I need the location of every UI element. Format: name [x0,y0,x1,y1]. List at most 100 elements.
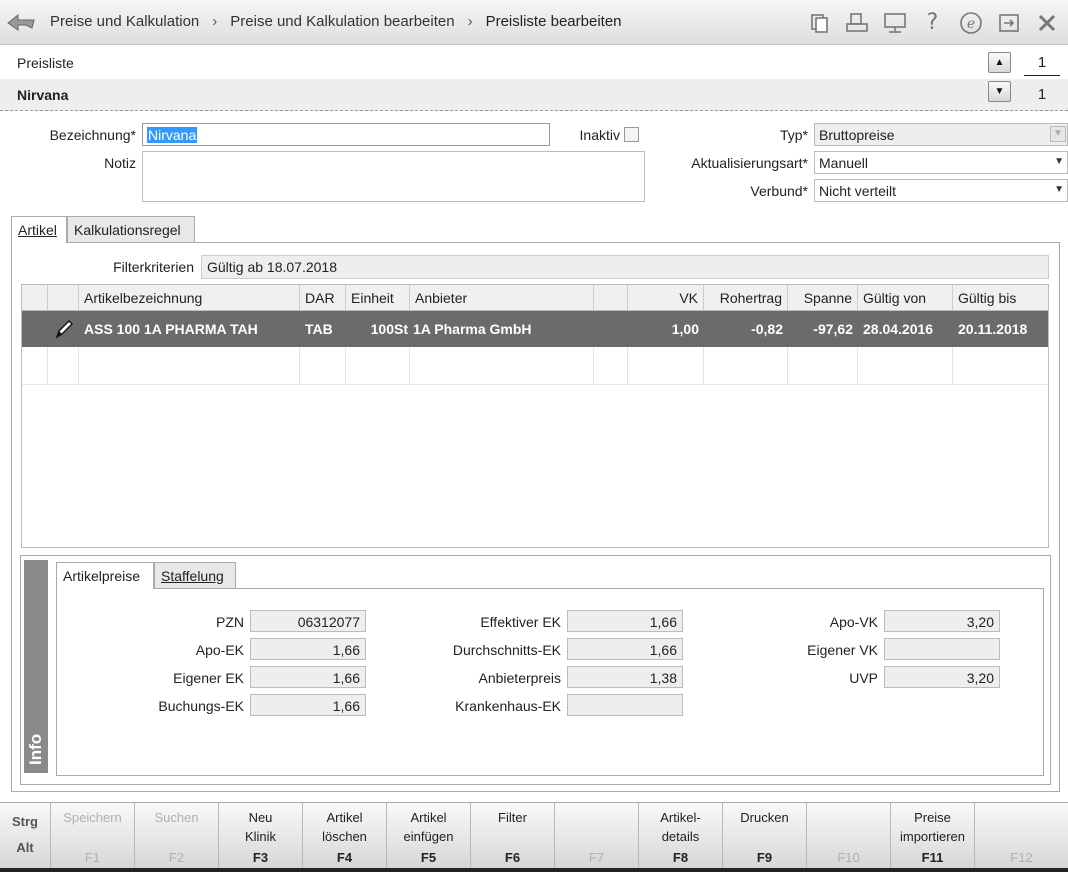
filter-field[interactable]: Gültig ab 18.07.2018 [201,255,1049,279]
f5-label-1: Artikel [410,810,447,825]
typ-label: Typ* [779,127,808,143]
aktualisierungsart-select[interactable]: Manuell ▼ [814,151,1068,174]
cell-gueltig-von: 28.04.2016 [863,321,934,337]
column-header-artikel[interactable]: Artikelbezeichnung [79,285,300,310]
f8-key: F8 [672,850,689,865]
chevron-down-icon: ▼ [1054,156,1064,167]
effektiver-ek-field: 1,66 [567,610,683,632]
column-header-gueltig-bis[interactable]: Gültig bis [953,285,1048,310]
breadcrumb-item-preise-bearbeiten[interactable]: Preise und Kalkulation bearbeiten [230,13,454,30]
empty-cell [594,347,628,384]
eigener-vk-field [884,638,1000,660]
anbieterpreis-label: Anbieterpreis [478,670,562,686]
pzn-label: PZN [216,614,244,630]
column-header-anbieter[interactable]: Anbieter [410,285,594,310]
f8-label-2: details [661,829,700,844]
info-sidebar[interactable]: Info [24,560,48,773]
column-header-dar[interactable]: DAR [300,285,346,310]
f4-label-2: löschen [322,829,367,844]
f5-artikel-einfuegen-button[interactable]: Artikel einfügen F5 [386,803,470,869]
cell-gueltig-bis: 20.11.2018 [958,321,1028,337]
f7-button[interactable]: F7 [554,803,638,869]
tab-artikelpreise[interactable]: Artikelpreise [56,562,154,589]
bezeichnung-label: Bezeichnung* [49,127,136,143]
info-sidebar-label: Info [26,733,45,765]
list-header: Preisliste ▲ 1 [0,46,1068,79]
f1-speichern-button[interactable]: Speichern F1 [50,803,134,869]
cell-dar: TAB [305,321,333,337]
modifier-keys: Strg Alt [0,803,50,869]
document-icon[interactable] [805,9,832,36]
cell-artikel: ASS 100 1A PHARMA TAH [84,321,258,337]
svg-text:e: e [966,16,974,32]
empty-cell [410,347,594,384]
alt-label: Alt [16,840,34,855]
eigener-vk-label: Eigener VK [807,642,878,658]
next-button[interactable]: ▼ [988,81,1011,102]
breadcrumb-item-preise[interactable]: Preise und Kalkulation [50,13,199,30]
cell-vk: 1,00 [671,321,699,337]
cell-rohertrag: -0,82 [751,321,783,337]
column-header-vk[interactable]: VK [628,285,704,310]
column-header-einheit[interactable]: Einheit [346,285,410,310]
inaktiv-checkbox[interactable] [624,127,639,142]
monitor-icon[interactable] [881,9,908,36]
table-row-empty[interactable] [22,347,1048,385]
f10-button[interactable]: F10 [806,803,890,869]
f4-label-1: Artikel [326,810,363,825]
notiz-textarea[interactable] [142,151,645,202]
buchungs-ek-label: Buchungs-EK [158,698,244,714]
tab-staffelung[interactable]: Staffelung [154,562,236,588]
uvp-label: UVP [849,670,878,686]
verbund-label: Verbund* [750,183,808,199]
f9-drucken-button[interactable]: Drucken F9 [722,803,806,869]
f11-preise-importieren-button[interactable]: Preise importieren F11 [890,803,974,869]
record-header: Nirvana ▼ 1 [0,79,1068,111]
buchungs-ek-field: 1,66 [250,694,366,716]
help-icon[interactable]: ? [919,9,946,36]
f2-key: F2 [168,850,185,865]
back-arrow-icon[interactable] [6,10,36,34]
typ-value: Bruttopreise [819,127,895,143]
close-icon[interactable] [1033,9,1060,36]
f8-artikeldetails-button[interactable]: Artikel-details F8 [638,803,722,869]
column-header-spanne[interactable]: Spanne [788,285,858,310]
verbund-select[interactable]: Nicht verteilt ▼ [814,179,1068,202]
effektiver-ek-label: Effektiver EK [480,614,561,630]
f6-filter-button[interactable]: Filter F6 [470,803,554,869]
preisliste-label: Preisliste [17,55,74,71]
e-icon[interactable]: e [957,9,984,36]
column-header-rohertrag[interactable]: Rohertrag [704,285,788,310]
f11-label-2: importieren [899,829,966,844]
triangle-down-icon: ▼ [994,86,1005,97]
f4-artikel-loeschen-button[interactable]: Artikel löschen F4 [302,803,386,869]
f3-neu-klinik-button[interactable]: Neu Klinik F3 [218,803,302,869]
uvp-field: 3,20 [884,666,1000,688]
empty-cell [346,347,410,384]
previous-button[interactable]: ▲ [988,52,1011,73]
empty-cell [788,347,858,384]
record-title: Nirvana [17,87,69,103]
chevron-down-icon: ▼ [1054,184,1064,195]
table-row[interactable]: ASS 100 1A PHARMA TAH TAB 100St 1A Pharm… [22,311,1048,347]
tab-kalkulationsregel[interactable]: Kalkulationsregel [67,216,195,242]
f2-suchen-button[interactable]: Suchen F2 [134,803,218,869]
f12-button[interactable]: F12 [974,803,1068,869]
f6-label: Filter [498,810,527,825]
column-header-gueltig-von[interactable]: Gültig von [858,285,953,310]
column-header-marker [22,285,48,310]
aktualisierungsart-value: Manuell [819,155,869,171]
notiz-label: Notiz [104,155,136,171]
typ-select: Bruttopreise ▼ [814,123,1068,146]
column-header-extra [594,285,628,310]
empty-cell [704,347,788,384]
tab-artikel[interactable]: Artikel [11,216,67,243]
bottom-border [0,868,1068,872]
bezeichnung-input[interactable]: Nirvana [142,123,550,146]
empty-cell [858,347,953,384]
tab-artikel-label: Artikel [18,222,57,238]
bezeichnung-value: Nirvana [147,127,198,143]
f8-label-1: Artikel- [660,810,701,825]
print-icon[interactable] [843,9,870,36]
export-icon[interactable] [995,9,1022,36]
